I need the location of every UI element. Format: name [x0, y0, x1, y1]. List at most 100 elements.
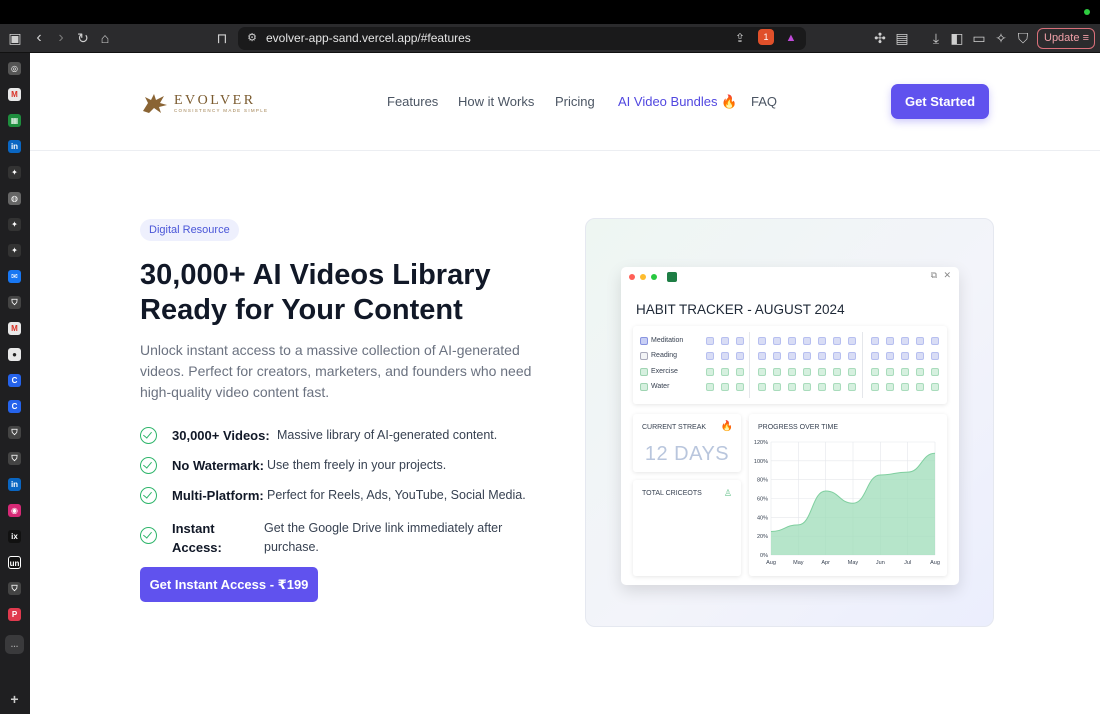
habit-cell: [916, 368, 924, 376]
habit-cell: [773, 368, 781, 376]
check-circle-icon: [140, 427, 157, 444]
add-icon[interactable]: +: [8, 692, 21, 706]
logo-tagline: CONSISTENCY MADE SIMPLE: [174, 108, 269, 113]
app-icon[interactable]: ✦: [8, 218, 21, 231]
get-started-button[interactable]: Get Started: [891, 84, 989, 119]
github-icon[interactable]: ●: [8, 348, 21, 361]
linkedin-icon[interactable]: in: [8, 140, 21, 153]
download-icon[interactable]: ⤓: [927, 29, 945, 47]
update-label: Update: [1044, 32, 1080, 44]
hero-headline: 30,000+ AI Videos Library Ready for Your…: [140, 259, 491, 326]
shield-icon[interactable]: ⛉: [8, 296, 21, 309]
habit-cell: [886, 337, 894, 345]
leo-ai-icon[interactable]: ✧: [992, 29, 1010, 47]
habit-cell: [721, 368, 729, 376]
vpn-shield-icon[interactable]: ⛉: [1014, 29, 1032, 47]
share-icon[interactable]: ⇪: [731, 29, 749, 47]
streak-card: CURRENT STREAK 🔥 12 DAYS: [633, 414, 741, 472]
update-button[interactable]: Update ≡: [1037, 28, 1095, 49]
habit-cell: [818, 352, 826, 360]
habit-cell: [833, 352, 841, 360]
close-dot-icon: [629, 274, 635, 280]
flame-icon: 🔥: [720, 421, 733, 432]
browser-window: ▣ ‹ › ↻ ⌂ ⊓ ⚙ evolver-app-sand.vercel.ap…: [0, 0, 1100, 714]
bookmark-icon[interactable]: ⊓: [213, 29, 231, 47]
app-icon[interactable]: ✦: [8, 166, 21, 179]
linkedin-icon[interactable]: in: [8, 478, 21, 491]
habit-cell: [916, 352, 924, 360]
gmail-icon[interactable]: M: [8, 88, 21, 101]
reload-icon[interactable]: ↻: [74, 29, 92, 47]
forward-icon[interactable]: ›: [52, 29, 70, 47]
griffin-logo-icon: [143, 94, 167, 113]
habit-cell: [803, 352, 811, 360]
app-icon[interactable]: P: [8, 608, 21, 621]
habit-cell: [848, 337, 856, 345]
feature-desc: Massive library of AI-generated content.: [277, 428, 498, 442]
habit-cell: [833, 337, 841, 345]
wallet-icon[interactable]: ▭: [970, 29, 988, 47]
get-instant-access-button[interactable]: Get Instant Access - ₹199: [140, 567, 318, 602]
habit-cell: [773, 383, 781, 391]
tab-icon[interactable]: ▤: [893, 29, 911, 47]
web-page: EVOLVER CONSISTENCY MADE SIMPLE Features…: [30, 53, 1100, 714]
gmail-icon[interactable]: M: [8, 322, 21, 335]
habit-cell: [931, 368, 939, 376]
app-icon[interactable]: C: [8, 400, 21, 413]
brave-shield-icon[interactable]: 1: [758, 29, 774, 45]
habit-cell: [803, 368, 811, 376]
x-tick-label: May: [848, 560, 859, 566]
nav-link-ai-video-bundles[interactable]: AI Video Bundles 🔥: [618, 94, 737, 110]
habit-cell: [871, 383, 879, 391]
address-bar[interactable]: ⚙ evolver-app-sand.vercel.app/#features …: [238, 27, 806, 50]
more-icon[interactable]: …: [5, 635, 24, 654]
split-view-icon[interactable]: ◧: [948, 29, 966, 47]
check-circle-icon: [140, 457, 157, 474]
habit-cell: [803, 337, 811, 345]
app-icon[interactable]: un: [8, 556, 21, 569]
habit-label: Reading: [651, 352, 678, 359]
shield-icon[interactable]: ⛉: [8, 582, 21, 595]
feature-item: No Watermark: Use them freely in your pr…: [140, 457, 560, 477]
habit-cell: [848, 352, 856, 360]
app-icon[interactable]: ✦: [8, 244, 21, 257]
progress-card: PROGRESS OVER TIME 0% 20% 40% 60% 80% 100% 120…: [749, 414, 947, 576]
rewards-triangle-icon[interactable]: ▲: [782, 29, 800, 47]
habit-cell: [706, 337, 714, 345]
habit-cell: [886, 352, 894, 360]
app-icon[interactable]: C: [8, 374, 21, 387]
chatgpt-icon[interactable]: ◎: [8, 62, 21, 75]
status-dot-icon: [1084, 9, 1090, 15]
shield-icon[interactable]: ⛉: [8, 452, 21, 465]
nav-link-pricing[interactable]: Pricing: [555, 94, 595, 109]
nav-link-faq[interactable]: FAQ: [751, 94, 777, 109]
feature-title: Multi-Platform:: [172, 488, 264, 503]
habit-cell: [871, 352, 879, 360]
extensions-icon[interactable]: ✣: [871, 29, 889, 47]
nav-link-how-it-works[interactable]: How it Works: [458, 94, 534, 109]
habit-cell: [848, 368, 856, 376]
nav-link-features[interactable]: Features: [387, 94, 438, 109]
globe-icon[interactable]: ◍: [8, 192, 21, 205]
sheets-icon[interactable]: ▦: [8, 114, 21, 127]
maximize-dot-icon: [651, 274, 657, 280]
feature-desc: Perfect for Reels, Ads, YouTube, Social …: [267, 488, 526, 502]
sidebar-toggle-icon[interactable]: ▣: [6, 29, 24, 47]
habit-cell: [818, 383, 826, 391]
habit-cell: [758, 352, 766, 360]
x-tick-label: Aug: [766, 560, 776, 566]
instagram-icon[interactable]: ◉: [8, 504, 21, 517]
shield-icon[interactable]: ⛉: [8, 426, 21, 439]
home-icon[interactable]: ⌂: [96, 29, 114, 47]
habit-cell: [706, 383, 714, 391]
logo[interactable]: EVOLVER CONSISTENCY MADE SIMPLE: [140, 91, 275, 115]
feature-item: 30,000+ Videos: Massive library of AI-ge…: [140, 427, 560, 447]
back-icon[interactable]: ‹: [30, 29, 48, 47]
habit-cell: [721, 383, 729, 391]
feature-title: No Watermark:: [172, 458, 264, 473]
site-settings-icon[interactable]: ⚙: [243, 29, 261, 47]
app-icon[interactable]: ix: [8, 530, 21, 543]
app-icon[interactable]: ✉: [8, 270, 21, 283]
y-tick-label: 80%: [757, 478, 768, 484]
habit-cell: [773, 337, 781, 345]
